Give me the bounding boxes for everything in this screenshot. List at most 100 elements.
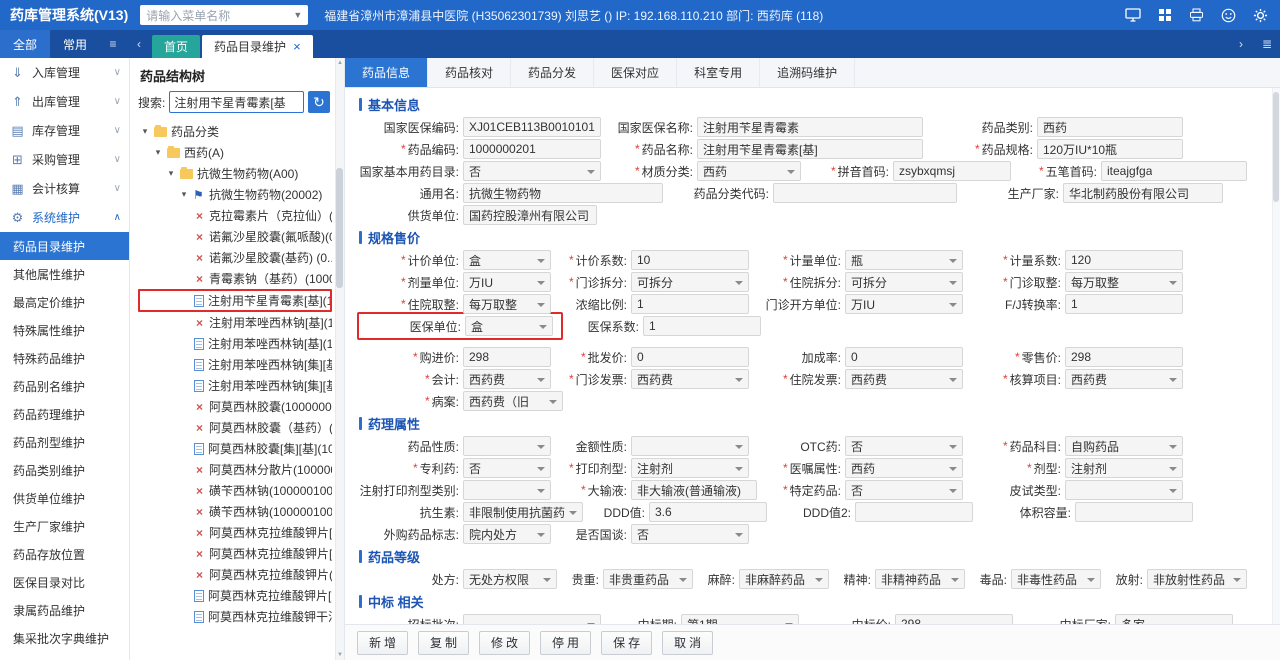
field-select[interactable]: 非放射性药品 [1147, 569, 1247, 589]
scroll-right-icon[interactable]: › [1228, 30, 1254, 58]
page-tab[interactable]: 药品目录维护 × [202, 35, 313, 58]
sidebar-item[interactable]: 最高定价维护 [0, 288, 129, 316]
tree-leaf[interactable]: 注射用苯唑西林钠[集][基](... [138, 354, 332, 375]
field-select[interactable]: 否 [463, 458, 551, 478]
action-button[interactable]: 停用 [540, 630, 592, 655]
field-select[interactable]: 无处方权限 [463, 569, 557, 589]
sidebar-group[interactable]: ⊞ 采购管理 ∨ [0, 145, 129, 174]
sidebar-item[interactable]: 特殊属性维护 [0, 316, 129, 344]
scroll-down-icon[interactable]: ▼ [337, 652, 343, 658]
tree-branch[interactable]: ▾ 药品分类 [138, 121, 332, 142]
printer-icon[interactable] [1189, 8, 1204, 22]
scroll-left-icon[interactable]: ‹ [126, 30, 152, 58]
tree-leaf[interactable]: ×阿莫西林分散片(10000006... [138, 459, 332, 480]
field-select[interactable]: 非毒性药品 [1011, 569, 1101, 589]
search-input[interactable]: 注射用苄星青霉素[基 [169, 91, 304, 113]
field-select[interactable]: 否 [463, 161, 601, 181]
expander-icon[interactable]: ▾ [140, 126, 150, 137]
field-select[interactable]: 西药费 [1065, 369, 1183, 389]
action-button[interactable]: 保存 [601, 630, 653, 655]
field-select[interactable]: 可拆分 [845, 272, 963, 292]
nav-tab[interactable]: 全部 [0, 30, 51, 58]
tree-branch[interactable]: ▾ 抗微生物药物(A00) [138, 163, 332, 184]
expander-icon[interactable]: ▾ [179, 189, 189, 200]
tree-leaf[interactable]: ×诺氟沙星胶囊(氟哌酸)(000... [138, 226, 332, 247]
field-input[interactable]: 0 [845, 347, 963, 367]
field-select[interactable]: 非限制使用抗菌药 [463, 502, 583, 522]
field-input[interactable]: 10 [631, 250, 749, 270]
sidebar-item[interactable]: 生产厂家维护 [0, 512, 129, 540]
field-select[interactable]: 西药费 [463, 369, 551, 389]
tree-branch[interactable]: ▾ ⚑ 抗微生物药物(20002) [138, 184, 332, 205]
field-select[interactable]: 西药费 [845, 369, 963, 389]
field-select[interactable] [463, 614, 601, 624]
action-button[interactable]: 修改 [479, 630, 531, 655]
main-tab[interactable]: 药品分发 [511, 58, 595, 87]
sidebar-item[interactable]: 药品存放位置 [0, 540, 129, 568]
main-tab[interactable]: 追溯码维护 [760, 58, 856, 87]
field-select[interactable]: 每万取整 [1065, 272, 1183, 292]
field-select[interactable]: 西药 [845, 458, 963, 478]
sidebar-group[interactable]: ⇓ 入库管理 ∨ [0, 58, 129, 87]
field-input[interactable]: 1 [1065, 294, 1183, 314]
field-input[interactable]: 0 [631, 347, 749, 367]
field-select[interactable]: 万IU [463, 272, 551, 292]
form-scroll-thumb[interactable] [1273, 92, 1279, 202]
tree-leaf[interactable]: ×青霉素钠（基药）(100000... [138, 268, 332, 289]
field-select[interactable] [1065, 480, 1183, 500]
field-select[interactable]: 院内处方 [463, 524, 551, 544]
form-scrollbar[interactable] [1272, 88, 1280, 624]
main-tab[interactable]: 医保对应 [594, 58, 678, 87]
close-tab-icon[interactable]: × [293, 40, 301, 53]
field-select[interactable]: 注射剂 [1065, 458, 1183, 478]
field-select[interactable]: 万IU [845, 294, 963, 314]
message-icon[interactable] [1221, 8, 1236, 23]
tree-leaf[interactable]: × 磺苄西林钠(1000001002) [138, 501, 332, 522]
menu-list-icon[interactable]: ≡ [100, 30, 126, 58]
field-select[interactable]: 自购药品 [1065, 436, 1183, 456]
sidebar-item[interactable]: 药品剂型维护 [0, 428, 129, 456]
monitor-icon[interactable] [1125, 8, 1141, 22]
tree-leaf[interactable]: 阿莫西林克拉维酸钾片[集]... [138, 585, 332, 606]
field-input[interactable]: iteajgfga [1101, 161, 1247, 181]
field-select[interactable]: 每万取整 [463, 294, 551, 314]
tree-leaf[interactable]: 注射用苄星青霉素[基](100... [138, 289, 332, 312]
field-input[interactable]: 注射用苄星青霉素[基] [697, 139, 923, 159]
action-button[interactable]: 复制 [418, 630, 470, 655]
refresh-icon[interactable]: ↻ [308, 91, 330, 113]
menu-search-dropdown[interactable]: 请输入菜单名称 ▼ [140, 5, 309, 25]
expander-icon[interactable]: ▾ [153, 147, 163, 158]
main-tab[interactable]: 药品信息 [345, 58, 429, 87]
field-select[interactable] [631, 436, 749, 456]
field-select[interactable]: 盒 [463, 250, 551, 270]
sidebar-item[interactable]: 药品别名维护 [0, 372, 129, 400]
tree-leaf[interactable]: 注射用苯唑西林钠[集][基](... [138, 375, 332, 396]
field-input[interactable]: 1000000201 [463, 139, 601, 159]
sidebar-group[interactable]: ▦ 会计核算 ∨ [0, 174, 129, 203]
field-select[interactable]: 非精神药品 [875, 569, 965, 589]
field-select[interactable]: 瓶 [845, 250, 963, 270]
sidebar-item[interactable]: 医保目录对比 [0, 568, 129, 596]
tree-leaf[interactable]: ×阿莫西林克拉维酸钾片[基](... [138, 543, 332, 564]
field-input[interactable]: 120万IU*10瓶 [1037, 139, 1183, 159]
field-input[interactable] [855, 502, 973, 522]
field-select[interactable]: 非麻醉药品 [739, 569, 829, 589]
sidebar-item[interactable]: 其他属性维护 [0, 260, 129, 288]
field-input[interactable] [1075, 502, 1193, 522]
sidebar-item[interactable]: 特殊药品维护 [0, 344, 129, 372]
field-input[interactable]: zsybxqmsj [893, 161, 1011, 181]
tree-leaf[interactable]: 注射用苯唑西林钠[基](100... [138, 333, 332, 354]
field-input[interactable]: 120 [1065, 250, 1183, 270]
scroll-up-icon[interactable]: ▲ [337, 60, 343, 66]
tree-leaf[interactable]: 阿莫西林克拉维酸钾干混... [138, 606, 332, 627]
field-input[interactable]: XJ01CEB113B0010101 [463, 117, 601, 137]
field-select[interactable]: 西药费 [631, 369, 749, 389]
sidebar-group[interactable]: ⚙ 系统维护 ∧ [0, 203, 129, 232]
field-select[interactable]: 否 [631, 524, 749, 544]
tree-scroll-thumb[interactable] [336, 168, 343, 288]
field-select[interactable]: 注射剂 [631, 458, 749, 478]
field-input[interactable]: 抗微生物药物 [463, 183, 663, 203]
field-input[interactable]: 注射用苄星青霉素 [697, 117, 923, 137]
field-select[interactable]: 第1期 [681, 614, 799, 624]
field-input[interactable]: 非大输液(普通输液) [631, 480, 757, 500]
